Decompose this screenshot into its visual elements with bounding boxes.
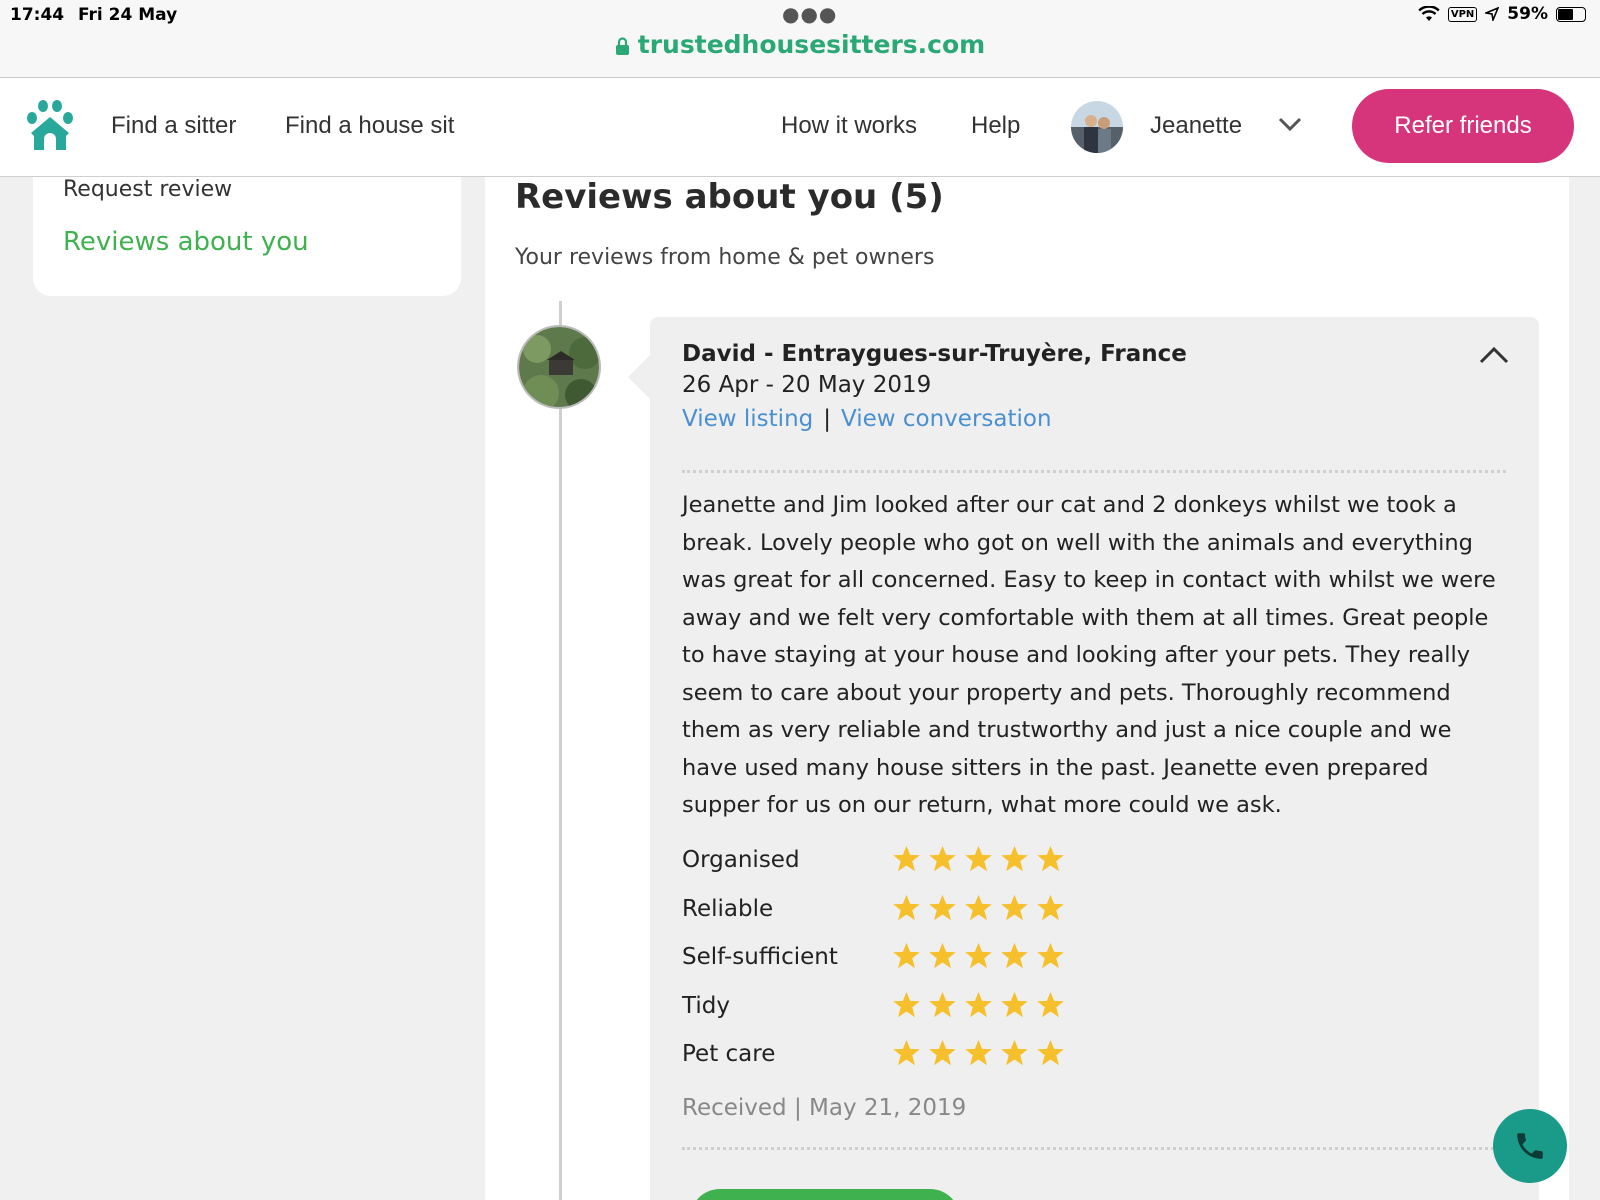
- sit-dates: 26 Apr - 20 May 2019: [682, 372, 932, 398]
- status-date: Fri 24 May: [78, 5, 178, 25]
- star-icon: [893, 942, 920, 969]
- more-dots-icon[interactable]: ●●●: [782, 2, 837, 26]
- star-icon: [1001, 942, 1028, 969]
- ratings-list: Organised Reliable Self-sufficient Tidy …: [682, 844, 1182, 1090]
- rating-label: Tidy: [682, 992, 730, 1019]
- nav-find-house-sit[interactable]: Find a house sit: [285, 112, 454, 140]
- rating-label: Reliable: [682, 895, 774, 922]
- star-rating: [892, 941, 1065, 970]
- view-conversation-link[interactable]: View conversation: [841, 406, 1052, 432]
- location-arrow-icon: [1485, 7, 1500, 21]
- star-rating: [892, 1038, 1065, 1067]
- green-action-button[interactable]: [690, 1189, 960, 1200]
- view-listing-link[interactable]: View listing: [682, 406, 813, 432]
- received-date: Received | May 21, 2019: [682, 1095, 967, 1121]
- sidebar-item-reviews-about-you[interactable]: Reviews about you: [63, 227, 309, 257]
- rating-row: Pet care: [682, 1038, 1182, 1090]
- rating-row: Organised: [682, 844, 1182, 896]
- wifi-icon: [1418, 6, 1440, 21]
- battery-percent: 59%: [1507, 4, 1548, 24]
- star-icon: [929, 845, 956, 872]
- star-icon: [965, 845, 992, 872]
- status-indicators: VPN 59%: [1418, 4, 1586, 24]
- star-icon: [965, 1039, 992, 1066]
- star-icon: [965, 991, 992, 1017]
- review-links: View listing | View conversation: [682, 406, 1052, 432]
- rating-label: Pet care: [682, 1041, 776, 1067]
- star-icon: [965, 894, 992, 920]
- divider: [682, 470, 1506, 473]
- vpn-badge: VPN: [1447, 6, 1478, 22]
- chevron-down-icon[interactable]: [1278, 116, 1302, 132]
- address-bar[interactable]: trustedhousesitters.com: [0, 30, 1600, 59]
- rating-row: Tidy: [682, 990, 1182, 1042]
- link-separator: |: [823, 406, 831, 432]
- star-rating: [892, 990, 1065, 1019]
- refer-friends-button[interactable]: Refer friends: [1352, 89, 1574, 163]
- paw-house-logo-icon[interactable]: [24, 100, 76, 152]
- star-icon: [893, 991, 920, 1017]
- nav-how-it-works[interactable]: How it works: [781, 112, 917, 140]
- star-icon: [1037, 1039, 1064, 1066]
- rating-row: Self-sufficient: [682, 941, 1182, 993]
- star-icon: [1037, 845, 1064, 872]
- review-text: Jeanette and Jim looked after our cat an…: [682, 492, 1496, 818]
- star-icon: [1001, 991, 1028, 1017]
- status-time: 17:44: [10, 5, 65, 25]
- rating-label: Organised: [682, 847, 800, 873]
- account-sidebar: Request review Reviews about you: [33, 177, 461, 296]
- star-icon: [929, 942, 956, 969]
- star-icon: [1037, 991, 1064, 1017]
- card-pointer: [628, 355, 650, 399]
- nav-find-sitter[interactable]: Find a sitter: [111, 112, 236, 140]
- star-rating: [892, 893, 1065, 922]
- address-url: trustedhousesitters.com: [637, 30, 986, 59]
- battery-icon: [1556, 6, 1586, 22]
- sidebar-item-request-review[interactable]: Request review: [63, 177, 232, 202]
- chevron-up-icon[interactable]: [1479, 345, 1509, 365]
- reviews-panel: Reviews about you (5) Your reviews from …: [485, 177, 1569, 1200]
- rating-row: Reliable: [682, 893, 1182, 945]
- phone-icon: [1517, 1133, 1543, 1159]
- star-icon: [893, 894, 920, 920]
- page-subtitle: Your reviews from home & pet owners: [515, 245, 935, 270]
- star-icon: [1037, 942, 1064, 969]
- review-card: David - Entraygues-sur-Truyère, France 2…: [628, 317, 1539, 1200]
- star-icon: [893, 1039, 920, 1066]
- site-header: Find a sitter Find a house sit How it wo…: [0, 78, 1600, 177]
- reviewer-name: David - Entraygues-sur-Truyère, France: [682, 341, 1187, 367]
- browser-chrome: 17:44 Fri 24 May ●●● VPN 59% trustedhous…: [0, 0, 1600, 78]
- star-icon: [929, 1039, 956, 1066]
- star-icon: [893, 845, 920, 872]
- divider: [682, 1147, 1506, 1150]
- timeline-line: [559, 301, 562, 1200]
- star-icon: [929, 991, 956, 1017]
- star-icon: [929, 894, 956, 920]
- call-button[interactable]: [1493, 1109, 1567, 1183]
- reviewer-avatar[interactable]: [517, 325, 601, 409]
- user-avatar[interactable]: [1071, 101, 1123, 153]
- star-icon: [965, 942, 992, 969]
- nav-help[interactable]: Help: [971, 112, 1020, 140]
- star-icon: [1001, 1039, 1028, 1066]
- lock-icon: [615, 36, 629, 55]
- star-icon: [1001, 894, 1028, 920]
- rating-label: Self-sufficient: [682, 944, 838, 970]
- star-rating: [892, 844, 1065, 873]
- user-name[interactable]: Jeanette: [1150, 112, 1242, 140]
- star-icon: [1001, 845, 1028, 872]
- page-title: Reviews about you (5): [515, 177, 944, 217]
- star-icon: [1037, 894, 1064, 920]
